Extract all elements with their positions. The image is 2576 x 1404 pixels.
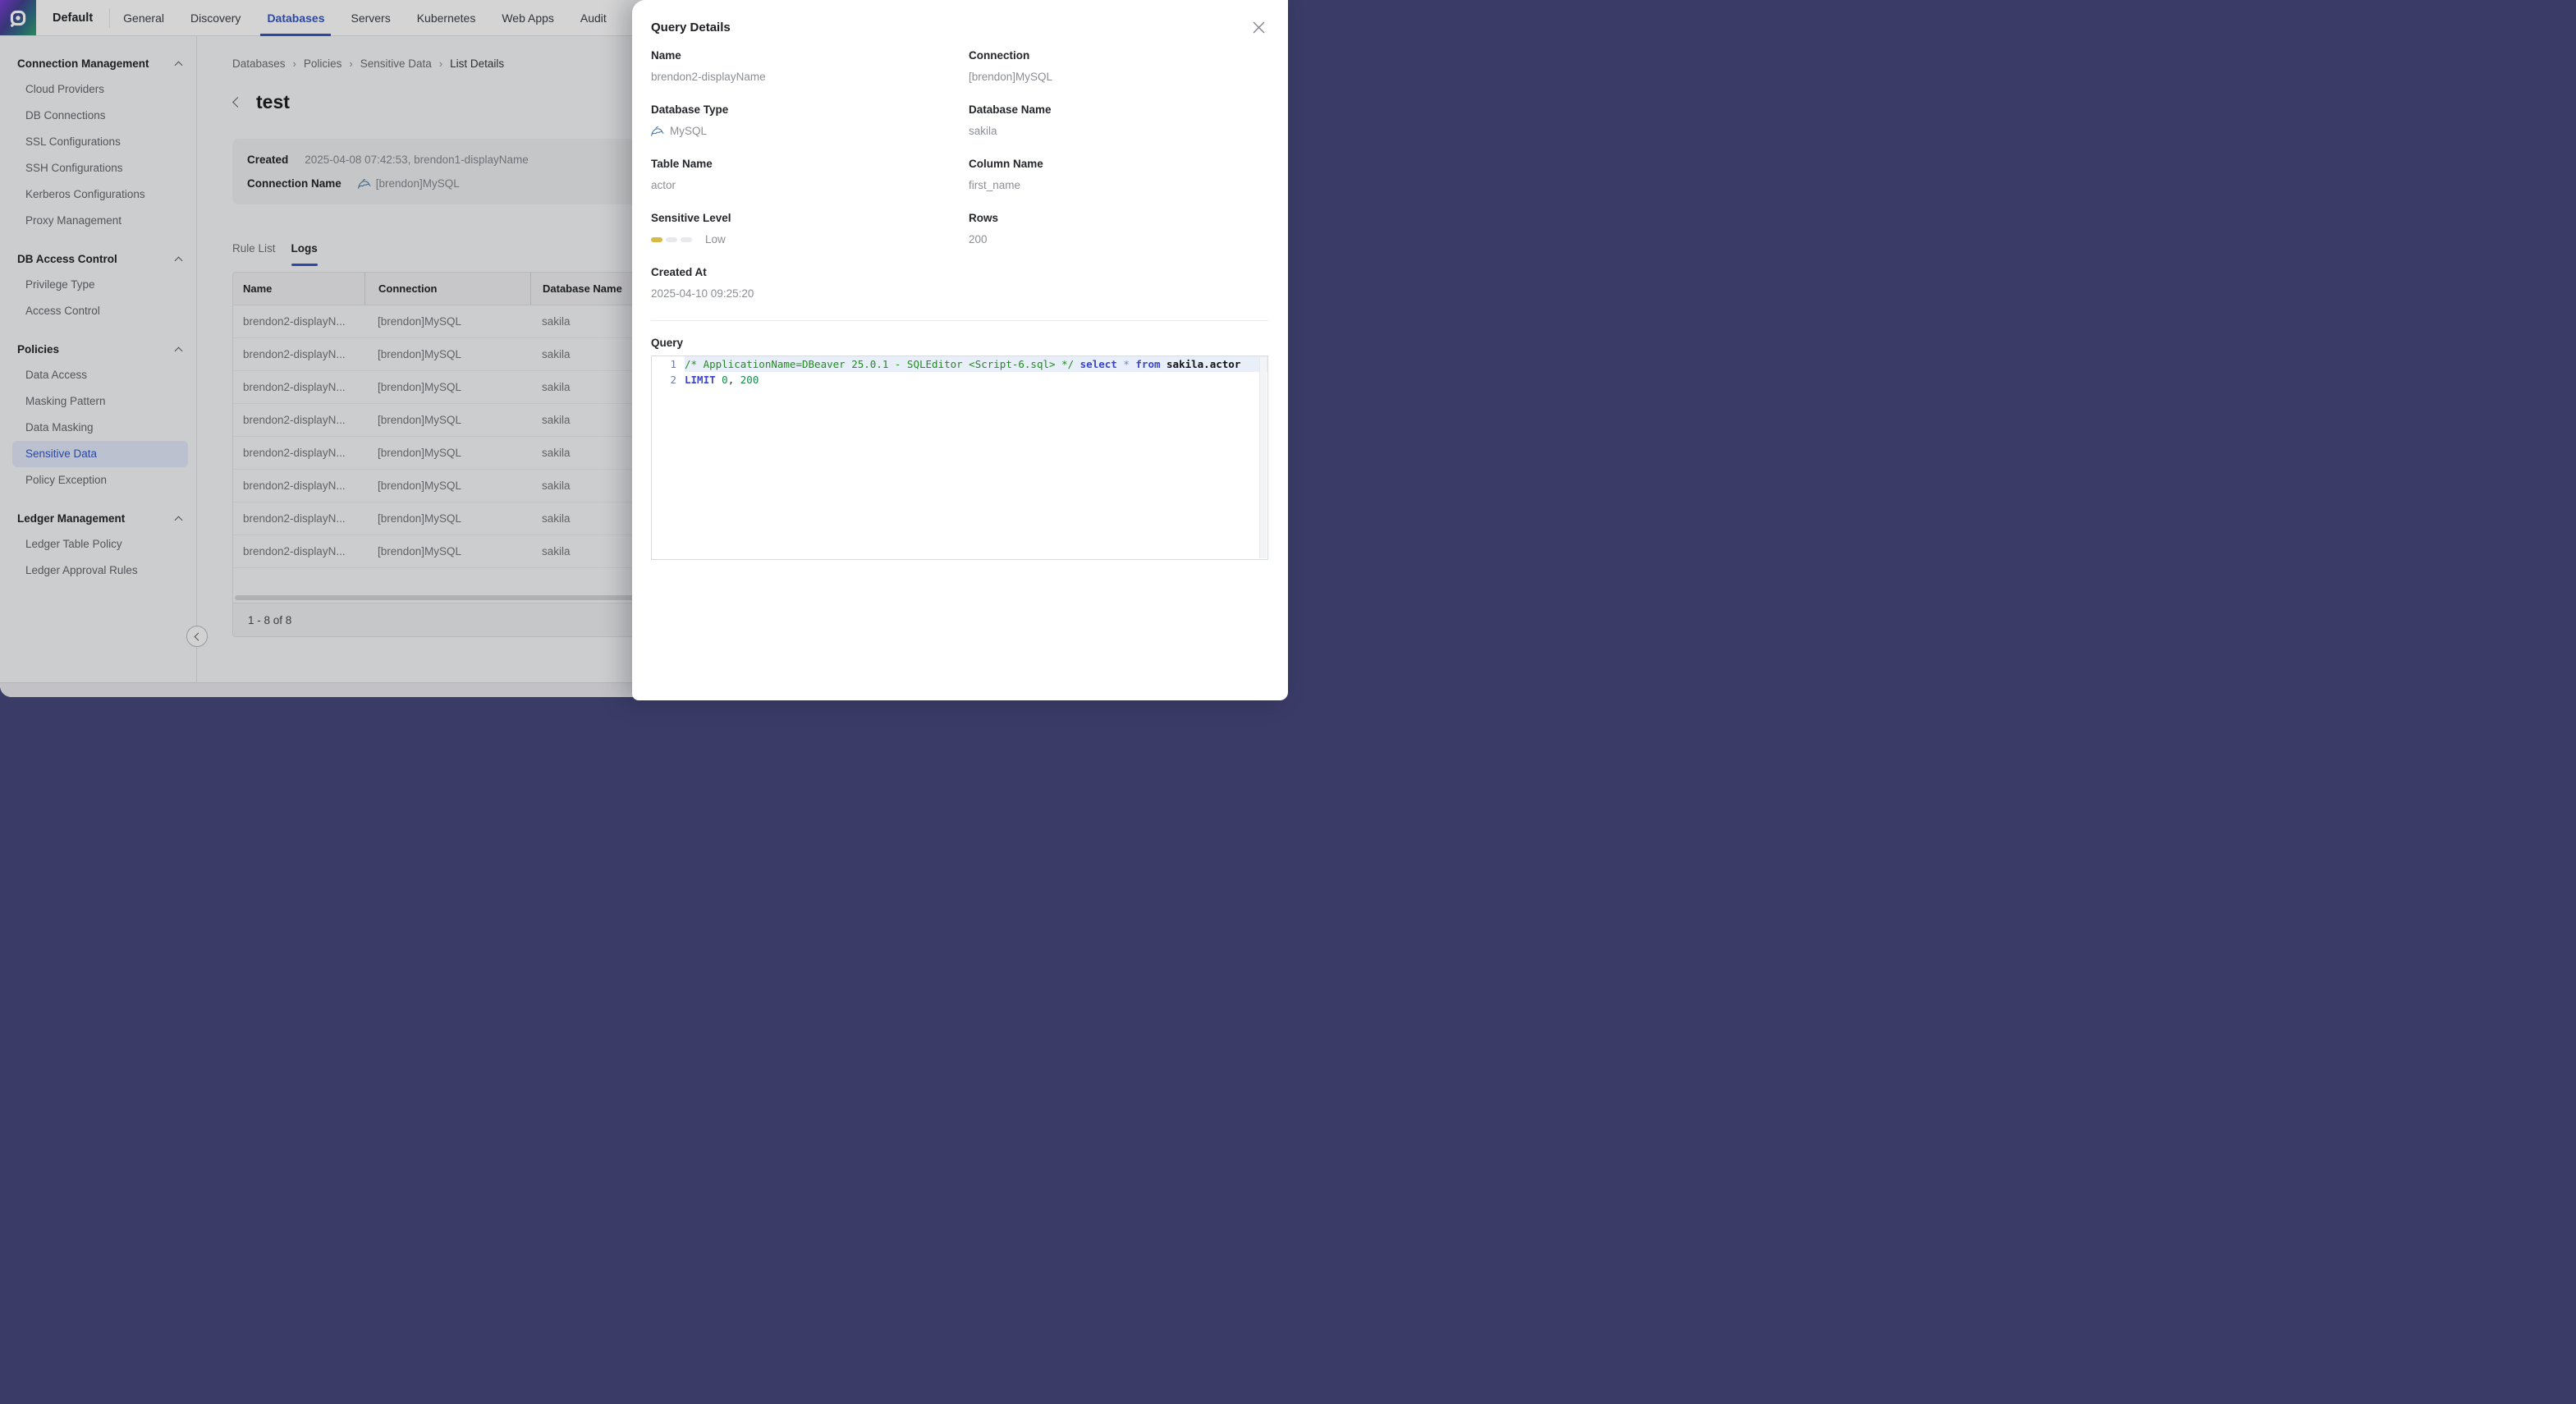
field-value-text: 200 [969,232,988,246]
token-star: * [1123,358,1130,370]
field-value: actor [651,178,969,192]
code-text: LIMIT 0, 200 [685,372,1267,388]
field-database-name: Database Name sakila [969,103,1268,138]
field-value-text: brendon2-displayName [651,70,766,84]
sql-code-editor[interactable]: 1/* ApplicationName=DBeaver 25.0.1 - SQL… [651,356,1268,560]
token-plain: , [728,374,740,386]
field-label: Column Name [969,157,1268,171]
token-number: 200 [740,374,759,386]
field-value: 2025-04-10 09:25:20 [651,287,969,301]
field-database-type: Database Type MySQL [651,103,969,138]
field-value-text: MySQL [670,124,707,138]
code-text: /* ApplicationName=DBeaver 25.0.1 - SQLE… [685,356,1267,372]
field-label: Created At [651,265,969,279]
field-value: first_name [969,178,1268,192]
sensitive-level-indicator [651,237,692,242]
token-keyword: LIMIT [685,374,716,386]
drawer-fields: Name brendon2-displayName Connection [brend… [632,37,1288,301]
field-name: Name brendon2-displayName [651,48,969,84]
field-value: [brendon]MySQL [969,70,1268,84]
mysql-icon [651,126,664,136]
field-sensitive-level: Sensitive Level Low [651,211,969,246]
line-number: 1 [652,356,685,372]
field-value-text: 2025-04-10 09:25:20 [651,287,754,301]
level-pill [666,237,677,242]
field-value-text: actor [651,178,676,192]
field-value-text: sakila [969,124,997,138]
field-label: Database Name [969,103,1268,117]
field-value: MySQL [651,124,969,138]
field-table-name: Table Name actor [651,157,969,192]
field-label: Table Name [651,157,969,171]
level-pill [651,237,662,242]
token-plain [1161,358,1167,370]
drawer-divider [651,320,1268,321]
code-vertical-scrollbar[interactable] [1259,357,1267,558]
field-value: Low [651,232,969,246]
field-value: 200 [969,232,1268,246]
field-value: sakila [969,124,1268,138]
code-line: 2LIMIT 0, 200 [652,372,1267,388]
field-connection: Connection [brendon]MySQL [969,48,1268,84]
field-rows: Rows 200 [969,211,1268,246]
field-label: Name [651,48,969,62]
field-column-name: Column Name first_name [969,157,1268,192]
field-label: Sensitive Level [651,211,969,225]
query-section-label: Query [651,337,1268,349]
token-ident: sakila.actor [1167,358,1240,370]
field-created-at: Created At 2025-04-10 09:25:20 [651,265,969,301]
field-value-text: first_name [969,178,1020,192]
code-line: 1/* ApplicationName=DBeaver 25.0.1 - SQL… [652,356,1267,372]
token-keyword: from [1135,358,1160,370]
field-value-text: [brendon]MySQL [969,70,1052,84]
field-value: brendon2-displayName [651,70,969,84]
close-button[interactable] [1249,18,1268,37]
token-comment: /* ApplicationName=DBeaver 25.0.1 - SQLE… [685,358,1080,370]
drawer-title: Query Details [651,21,731,34]
query-details-drawer: Query Details Name brendon2-displayName Co… [632,0,1288,700]
line-number: 2 [652,372,685,388]
code-lines: 1/* ApplicationName=DBeaver 25.0.1 - SQL… [652,356,1267,388]
close-icon [1252,21,1266,34]
field-label: Database Type [651,103,969,117]
level-pill [681,237,692,242]
token-number: 0 [722,374,728,386]
field-value-text: Low [705,232,726,246]
field-label: Rows [969,211,1268,225]
field-label: Connection [969,48,1268,62]
token-keyword: select [1080,358,1117,370]
